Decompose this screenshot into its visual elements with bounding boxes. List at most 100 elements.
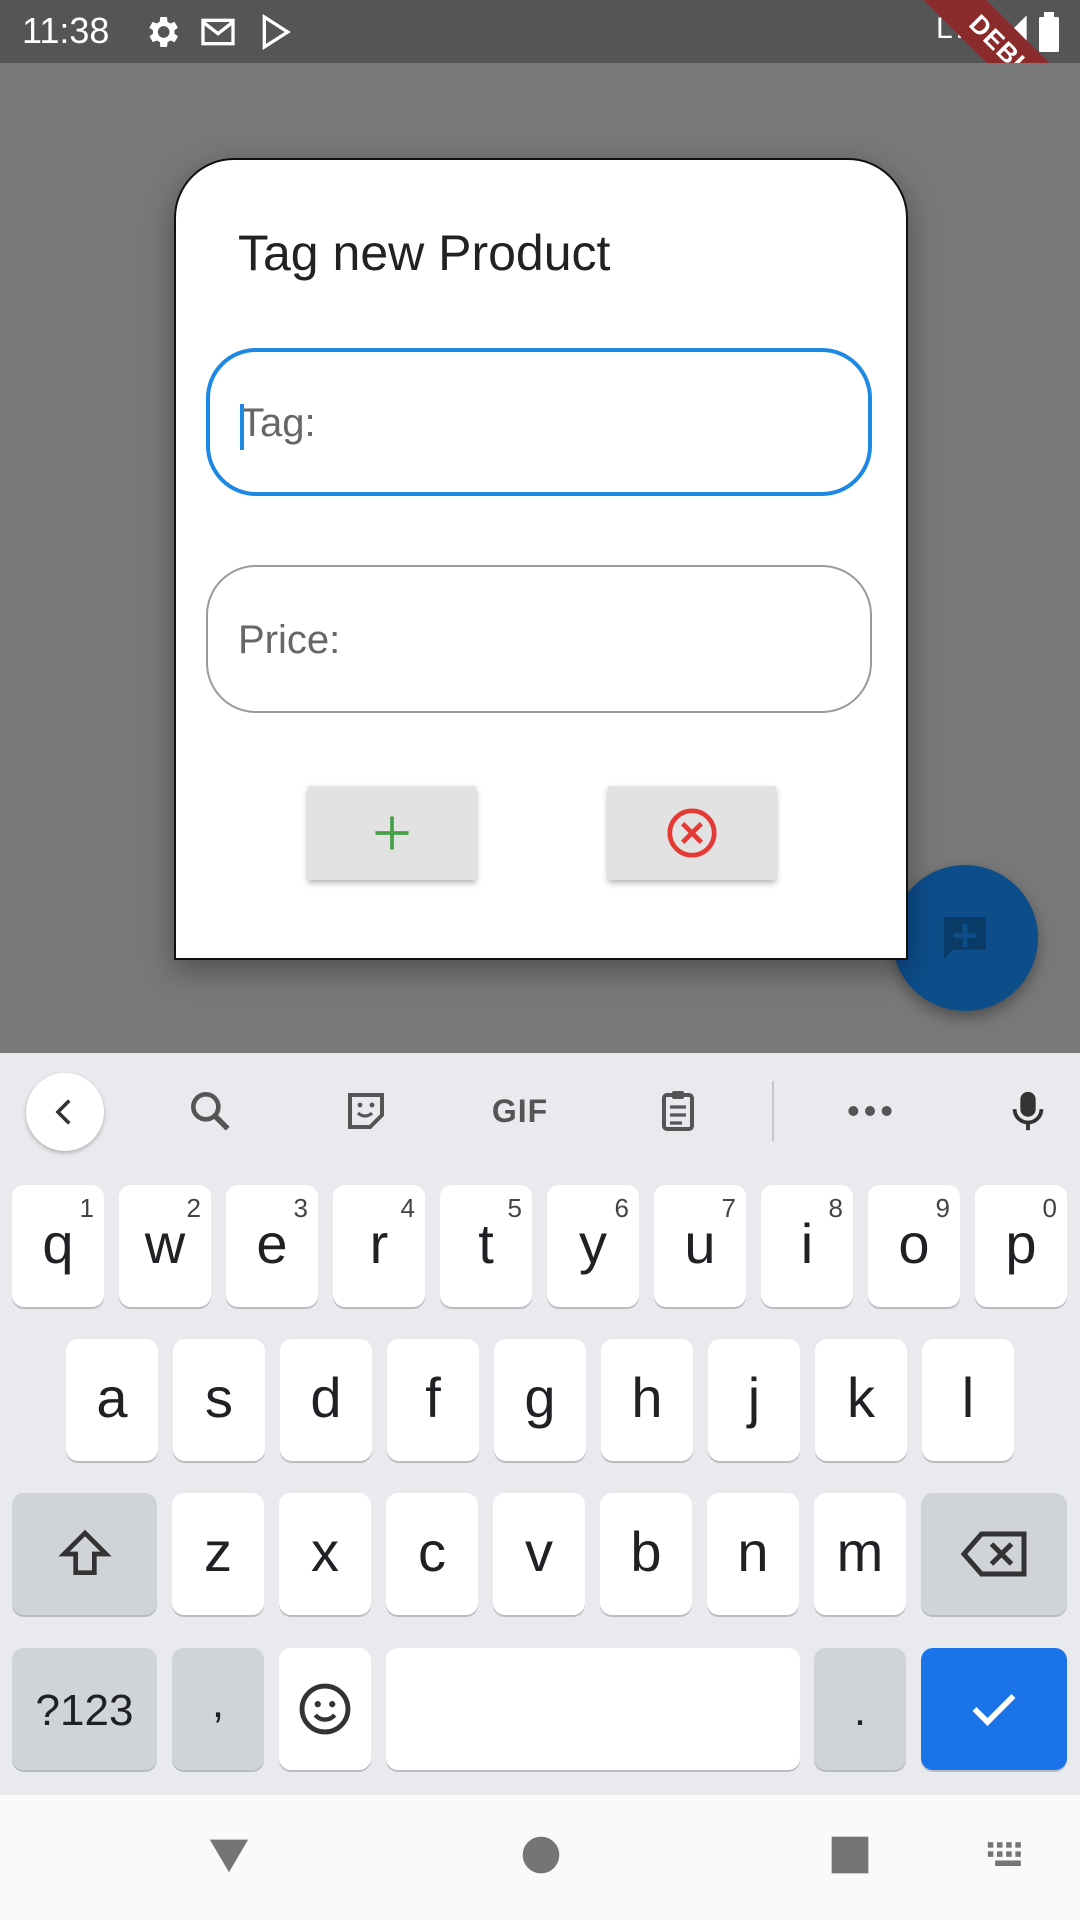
key-r[interactable]: r4	[333, 1185, 425, 1307]
back-nav-icon[interactable]	[206, 1835, 252, 1880]
backspace-key[interactable]	[921, 1493, 1067, 1615]
key-number-hint: 8	[828, 1193, 843, 1223]
text-cursor	[240, 404, 244, 450]
key-label: g	[524, 1366, 556, 1429]
period-label: .	[853, 1686, 867, 1735]
cancel-button[interactable]	[608, 786, 776, 880]
search-icon[interactable]	[180, 1081, 240, 1141]
tag-product-dialog: Tag new Product	[174, 158, 908, 960]
key-label: a	[96, 1366, 128, 1429]
key-label: c	[418, 1520, 446, 1583]
key-label: v	[525, 1520, 553, 1583]
toolbar-divider	[772, 1081, 774, 1141]
check-icon	[972, 1694, 1016, 1726]
key-e[interactable]: e3	[226, 1185, 318, 1307]
key-label: s	[205, 1366, 233, 1429]
key-h[interactable]: h	[601, 1339, 693, 1461]
key-s[interactable]: s	[173, 1339, 265, 1461]
settings-icon	[142, 12, 182, 52]
key-number-hint: 5	[507, 1193, 522, 1223]
play-store-icon	[256, 12, 296, 52]
key-p[interactable]: p0	[975, 1185, 1067, 1307]
key-label: h	[631, 1366, 663, 1429]
key-y[interactable]: y6	[547, 1185, 639, 1307]
key-d[interactable]: d	[280, 1339, 372, 1461]
add-button[interactable]	[308, 786, 476, 880]
battery-icon	[1034, 12, 1074, 52]
shift-key[interactable]	[12, 1493, 157, 1615]
space-key[interactable]	[386, 1648, 800, 1770]
mic-icon[interactable]	[998, 1081, 1058, 1141]
recents-nav-icon[interactable]	[830, 1835, 870, 1880]
key-number-hint: 4	[400, 1193, 415, 1223]
key-q[interactable]: q1	[12, 1185, 104, 1307]
key-n[interactable]: n	[707, 1493, 799, 1615]
tag-field[interactable]	[206, 348, 872, 496]
add-comment-icon	[944, 917, 986, 959]
key-x[interactable]: x	[279, 1493, 371, 1615]
cancel-circle-icon	[667, 808, 717, 858]
clipboard-icon[interactable]	[648, 1081, 708, 1141]
price-field[interactable]	[206, 565, 872, 713]
add-comment-fab[interactable]	[892, 865, 1038, 1011]
symbols-key[interactable]: ?123	[12, 1648, 157, 1770]
key-number-hint: 1	[79, 1193, 94, 1223]
comma-label: ,	[211, 1678, 225, 1727]
comma-key[interactable]: ,	[172, 1648, 264, 1770]
key-t[interactable]: t5	[440, 1185, 532, 1307]
key-f[interactable]: f	[387, 1339, 479, 1461]
key-a[interactable]: a	[66, 1339, 158, 1461]
keyboard-switch-icon[interactable]	[986, 1839, 1030, 1876]
key-z[interactable]: z	[172, 1493, 264, 1615]
sticker-icon[interactable]	[336, 1081, 396, 1141]
status-time: 11:38	[22, 10, 110, 51]
status-bar: 11:38 LTE DEBUG	[0, 0, 1080, 151]
soft-keyboard: GIF q1w2e3r4t5y6u7i8o9p0 a s d f g h j k l z x c v b…	[0, 1053, 1080, 1795]
done-key[interactable]	[921, 1648, 1067, 1770]
key-label: n	[737, 1520, 769, 1583]
key-label: z	[204, 1520, 232, 1583]
key-label: d	[310, 1366, 342, 1429]
key-number-hint: 6	[614, 1193, 629, 1223]
key-number-hint: 2	[186, 1193, 201, 1223]
key-l[interactable]: l	[922, 1339, 1014, 1461]
back-icon[interactable]	[26, 1073, 104, 1151]
key-u[interactable]: u7	[654, 1185, 746, 1307]
price-input[interactable]	[236, 567, 840, 713]
key-c[interactable]: c	[386, 1493, 478, 1615]
key-k[interactable]: k	[815, 1339, 907, 1461]
key-label: j	[747, 1366, 761, 1429]
key-label: b	[630, 1520, 662, 1583]
key-j[interactable]: j	[708, 1339, 800, 1461]
more-icon[interactable]	[840, 1081, 900, 1141]
key-number-hint: 9	[935, 1193, 950, 1223]
key-label: m	[836, 1520, 884, 1583]
key-number-hint: 0	[1042, 1193, 1057, 1223]
key-v[interactable]: v	[493, 1493, 585, 1615]
key-label: x	[311, 1520, 339, 1583]
key-number-hint: 7	[721, 1193, 736, 1223]
navigation-bar	[0, 1795, 1080, 1920]
emoji-key[interactable]	[279, 1648, 371, 1770]
key-number-hint: 3	[293, 1193, 308, 1223]
gmail-icon	[198, 12, 238, 52]
tag-input[interactable]	[238, 352, 842, 494]
period-key[interactable]: .	[814, 1648, 906, 1770]
home-nav-icon[interactable]	[521, 1835, 561, 1880]
key-w[interactable]: w2	[119, 1185, 211, 1307]
shift-icon	[57, 1529, 112, 1575]
plus-icon	[375, 816, 409, 850]
emoji-icon	[299, 1683, 351, 1735]
key-label: f	[425, 1366, 441, 1429]
key-label: l	[961, 1366, 975, 1429]
key-m[interactable]: m	[814, 1493, 906, 1615]
keyboard-toolbar: GIF	[0, 1053, 1080, 1169]
key-b[interactable]: b	[600, 1493, 692, 1615]
backspace-icon	[960, 1531, 1027, 1577]
key-g[interactable]: g	[494, 1339, 586, 1461]
key-o[interactable]: o9	[868, 1185, 960, 1307]
dialog-title: Tag new Product	[238, 225, 611, 281]
key-label: k	[847, 1366, 875, 1429]
key-i[interactable]: i8	[761, 1185, 853, 1307]
gif-button[interactable]: GIF	[480, 1081, 560, 1141]
